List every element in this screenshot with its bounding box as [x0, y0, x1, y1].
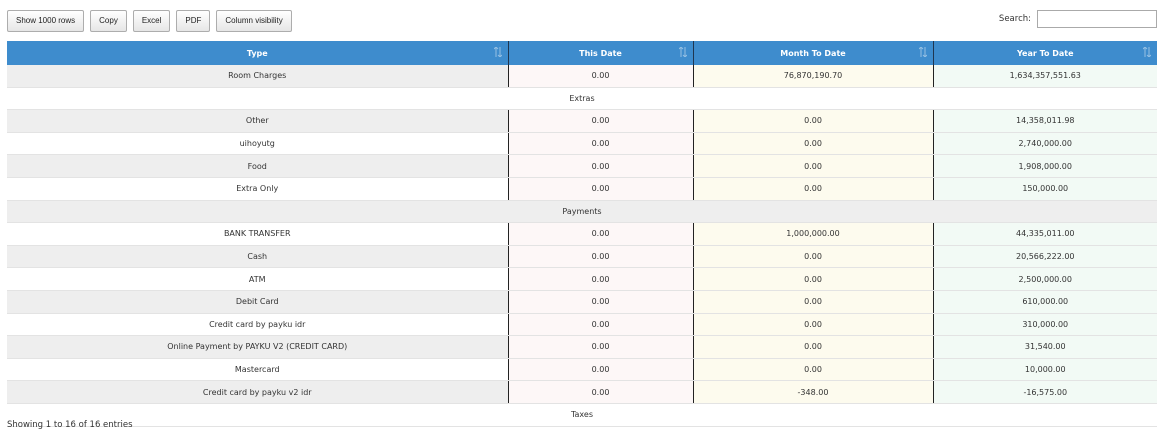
- cell-year-to-date: 1,908,000.00: [933, 154, 1157, 178]
- table-row: Mastercard 0.00 0.00 10,000.00: [7, 358, 1157, 382]
- table-header-row: Type This Date Month To Date Year To Dat…: [7, 41, 1157, 65]
- cell-type: Credit card by payku idr: [7, 313, 509, 337]
- cell-year-to-date: 610,000.00: [933, 290, 1157, 314]
- section-row: Payments: [7, 200, 1157, 224]
- cell-month-to-date: 0.00: [693, 335, 934, 359]
- cell-this-date: 0.00: [508, 358, 694, 382]
- cell-year-to-date: -16,575.00: [933, 380, 1157, 404]
- column-header-label: Year To Date: [1016, 48, 1074, 58]
- section-label: Payments: [7, 200, 1157, 224]
- table-row: Credit card by payku idr 0.00 0.00 310,0…: [7, 313, 1157, 337]
- cell-this-date: 0.00: [508, 177, 694, 201]
- table-row: BANK TRANSFER 0.00 1,000,000.00 44,335,0…: [7, 222, 1157, 246]
- table-row: Other 0.00 0.00 14,358,011.98: [7, 109, 1157, 133]
- cell-type: Credit card by payku v2 idr: [7, 380, 509, 404]
- cell-month-to-date: 1,000,000.00: [693, 222, 934, 246]
- section-label: Extras: [7, 87, 1157, 111]
- sort-icon: [1143, 47, 1151, 57]
- cell-type: Mastercard: [7, 358, 509, 382]
- table-row: Extra Only 0.00 0.00 150,000.00: [7, 177, 1157, 201]
- cell-month-to-date: 0.00: [693, 358, 934, 382]
- search-label: Search:: [998, 14, 1031, 24]
- excel-button[interactable]: Excel: [132, 10, 171, 32]
- column-visibility-button[interactable]: Column visibility: [216, 10, 292, 32]
- cell-month-to-date: 0.00: [693, 267, 934, 291]
- cell-this-date: 0.00: [508, 313, 694, 337]
- column-header-label: Month To Date: [780, 48, 846, 58]
- cell-year-to-date: 10,000.00: [933, 358, 1157, 382]
- cell-year-to-date: 1,634,357,551.63: [933, 65, 1157, 88]
- cell-month-to-date: 76,870,190.70: [693, 65, 934, 88]
- cell-type: Cash: [7, 245, 509, 269]
- cell-type: Room Charges: [7, 65, 509, 88]
- table-row: Debit Card 0.00 0.00 610,000.00: [7, 290, 1157, 314]
- table-row: Online Payment by PAYKU V2 (CREDIT CARD)…: [7, 335, 1157, 359]
- search-box: Search:: [999, 10, 1157, 28]
- cell-type: Online Payment by PAYKU V2 (CREDIT CARD): [7, 335, 509, 359]
- cell-this-date: 0.00: [508, 335, 694, 359]
- cell-month-to-date: -348.00: [693, 380, 934, 404]
- table-row: Cash 0.00 0.00 20,566,222.00: [7, 245, 1157, 269]
- pdf-button[interactable]: PDF: [176, 10, 211, 32]
- cell-month-to-date: 0.00: [693, 245, 934, 269]
- cell-year-to-date: 2,740,000.00: [933, 132, 1157, 156]
- column-header-month-to-date[interactable]: Month To Date: [693, 41, 934, 65]
- section-row: Extras: [7, 87, 1157, 111]
- cell-type: Food: [7, 154, 509, 178]
- cell-this-date: 0.00: [508, 245, 694, 269]
- table-row: Food 0.00 0.00 1,908,000.00: [7, 154, 1157, 178]
- section-row: Taxes: [7, 403, 1157, 427]
- cell-year-to-date: 31,540.00: [933, 335, 1157, 359]
- export-toolbar: Show 1000 rows Copy Excel PDF Column vis…: [7, 10, 292, 32]
- table-info: Showing 1 to 16 of 16 entries: [7, 420, 133, 430]
- cell-year-to-date: 14,358,011.98: [933, 109, 1157, 133]
- cell-this-date: 0.00: [508, 290, 694, 314]
- cell-this-date: 0.00: [508, 267, 694, 291]
- search-input[interactable]: [1037, 10, 1157, 28]
- show-rows-button[interactable]: Show 1000 rows: [7, 10, 85, 32]
- cell-this-date: 0.00: [508, 132, 694, 156]
- column-header-this-date[interactable]: This Date: [508, 41, 694, 65]
- column-header-label: Type: [246, 48, 268, 58]
- cell-month-to-date: 0.00: [693, 132, 934, 156]
- cell-year-to-date: 44,335,011.00: [933, 222, 1157, 246]
- cell-month-to-date: 0.00: [693, 109, 934, 133]
- sort-icon: [493, 47, 502, 57]
- table-row: Room Charges 0.00 76,870,190.70 1,634,35…: [7, 65, 1157, 88]
- cell-month-to-date: 0.00: [693, 177, 934, 201]
- cell-this-date: 0.00: [508, 154, 694, 178]
- cell-this-date: 0.00: [508, 222, 694, 246]
- sort-icon: [678, 47, 687, 57]
- cell-type: Debit Card: [7, 290, 509, 314]
- cell-this-date: 0.00: [508, 380, 694, 404]
- column-header-type[interactable]: Type: [7, 41, 509, 65]
- cell-month-to-date: 0.00: [693, 313, 934, 337]
- table-row: ATM 0.00 0.00 2,500,000.00: [7, 267, 1157, 291]
- cell-year-to-date: 310,000.00: [933, 313, 1157, 337]
- cell-type: ATM: [7, 267, 509, 291]
- cell-year-to-date: 20,566,222.00: [933, 245, 1157, 269]
- cell-type: Extra Only: [7, 177, 509, 201]
- report-table: Type This Date Month To Date Year To Dat…: [7, 41, 1157, 427]
- cell-type: Other: [7, 109, 509, 133]
- cell-month-to-date: 0.00: [693, 290, 934, 314]
- copy-button[interactable]: Copy: [90, 10, 127, 32]
- column-header-year-to-date[interactable]: Year To Date: [933, 41, 1157, 65]
- column-header-label: This Date: [579, 48, 622, 58]
- cell-month-to-date: 0.00: [693, 154, 934, 178]
- cell-type: BANK TRANSFER: [7, 222, 509, 246]
- section-label: Taxes: [7, 403, 1157, 427]
- sort-icon: [918, 47, 927, 57]
- cell-year-to-date: 2,500,000.00: [933, 267, 1157, 291]
- cell-this-date: 0.00: [508, 65, 694, 88]
- table-row: Credit card by payku v2 idr 0.00 -348.00…: [7, 380, 1157, 404]
- cell-this-date: 0.00: [508, 109, 694, 133]
- cell-year-to-date: 150,000.00: [933, 177, 1157, 201]
- cell-type: uihoyutg: [7, 132, 509, 156]
- table-row: uihoyutg 0.00 0.00 2,740,000.00: [7, 132, 1157, 156]
